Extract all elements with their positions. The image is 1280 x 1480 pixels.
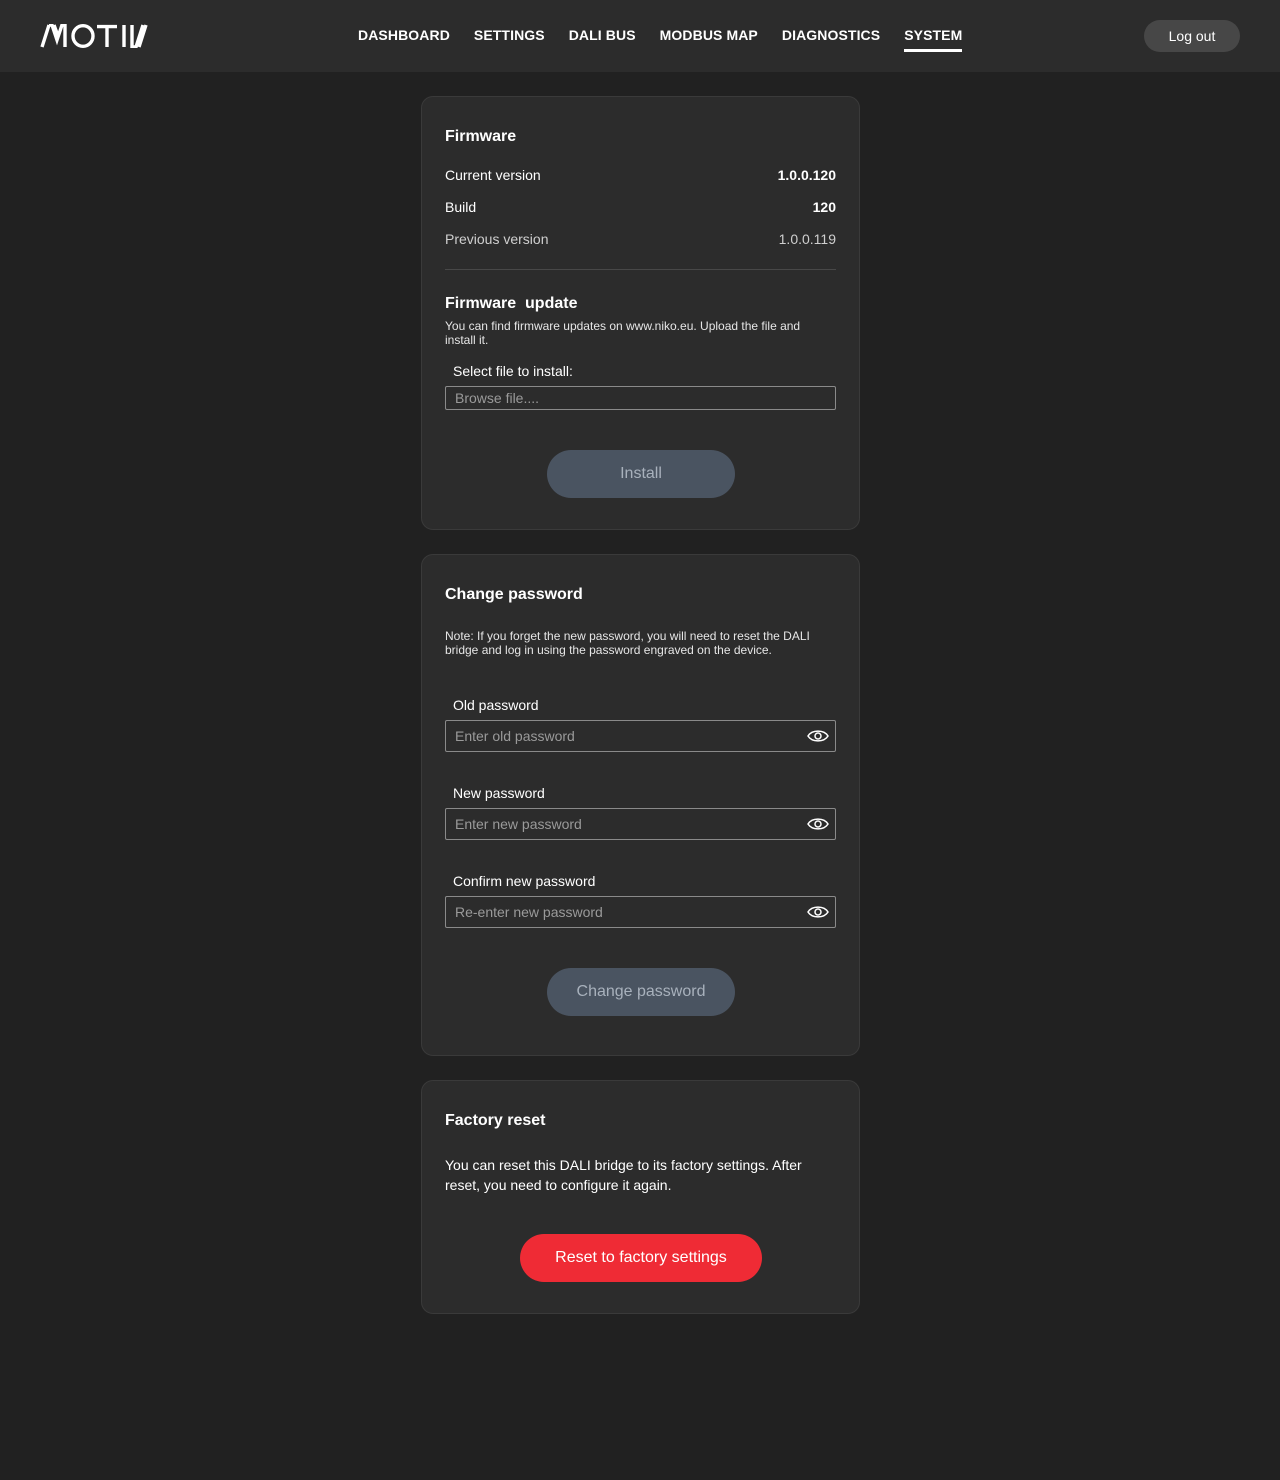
firmware-update-description: You can find firmware updates on www.nik… [445,319,801,347]
change-password-title: Change password [445,586,583,603]
main-nav: DASHBOARD SETTINGS DALI BUS MODBUS MAP D… [358,27,963,52]
reset-factory-button[interactable]: Reset to factory settings [520,1234,762,1282]
build-label: Build [445,199,477,215]
change-password-card: Change password Note: If you forget the … [421,554,860,1056]
new-password-label: New password [453,785,545,801]
eye-icon[interactable] [807,816,829,832]
select-file-label: Select file to install: [453,363,573,379]
old-password-placeholder: Enter old password [455,728,575,744]
factory-reset-title: Factory reset [445,1112,546,1129]
new-password-placeholder: Enter new password [455,816,582,832]
confirm-password-input[interactable]: Re-enter new password [445,896,836,928]
previous-version-value: 1.0.0.119 [778,231,836,247]
build-value: 120 [812,199,836,215]
previous-version-label: Previous version [445,231,549,247]
new-password-input[interactable]: Enter new password [445,808,836,840]
nav-modbus-map[interactable]: MODBUS MAP [660,27,758,52]
eye-icon[interactable] [807,728,829,744]
nav-diagnostics[interactable]: DIAGNOSTICS [782,27,880,52]
motiv-logo [40,24,148,48]
firmware-title: Firmware [445,128,517,145]
logout-button[interactable]: Log out [1144,20,1240,52]
firmware-card: Firmware Current version 1.0.0.120 Build… [421,96,860,530]
top-navigation-bar: DASHBOARD SETTINGS DALI BUS MODBUS MAP D… [0,0,1280,72]
change-password-note: Note: If you forget the new password, yo… [445,629,810,657]
old-password-label: Old password [453,697,539,713]
browse-file-placeholder: Browse file.... [455,390,540,406]
nav-dali-bus[interactable]: DALI BUS [569,27,636,52]
section-divider [445,269,836,270]
nav-dashboard[interactable]: DASHBOARD [358,27,450,52]
nav-settings[interactable]: SETTINGS [474,27,545,52]
firmware-update-title: Firmware update [445,295,578,312]
current-version-label: Current version [445,167,541,183]
eye-icon[interactable] [807,904,829,920]
browse-file-input[interactable]: Browse file.... [445,386,836,410]
current-version-value: 1.0.0.120 [777,167,836,183]
factory-reset-description: You can reset this DALI bridge to its fa… [445,1157,802,1193]
factory-reset-card: Factory reset You can reset this DALI br… [421,1080,860,1314]
confirm-password-placeholder: Re-enter new password [455,904,603,920]
install-button[interactable]: Install [547,450,735,498]
change-password-button[interactable]: Change password [547,968,735,1016]
confirm-password-label: Confirm new password [453,873,596,889]
nav-system[interactable]: SYSTEM [904,27,963,52]
old-password-input[interactable]: Enter old password [445,720,836,752]
